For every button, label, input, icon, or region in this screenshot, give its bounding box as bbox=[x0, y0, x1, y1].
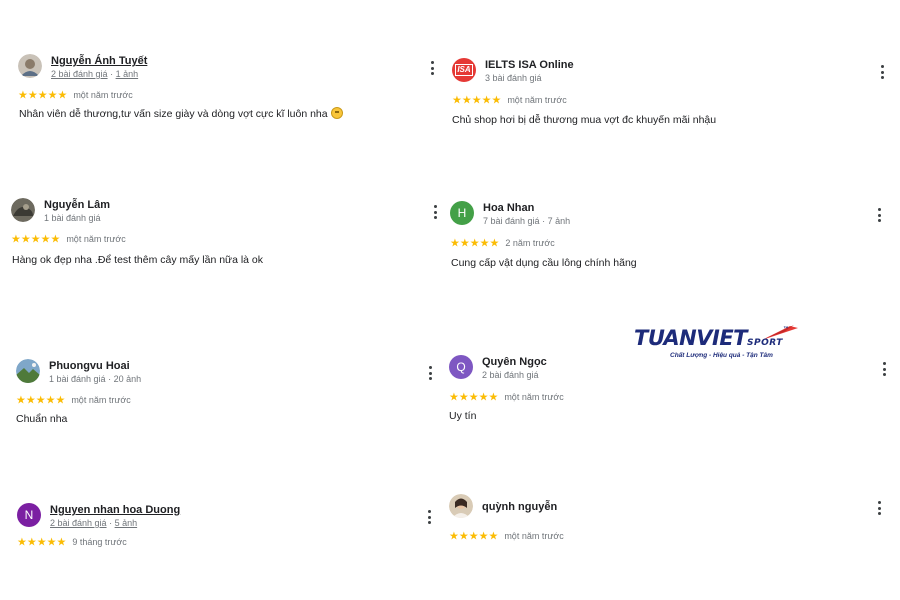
review-text: Chuẩn nha bbox=[16, 413, 68, 425]
reviewer-name[interactable]: Hoa Nhan bbox=[483, 202, 534, 214]
more-options-icon[interactable] bbox=[424, 363, 436, 383]
review-date: một năm trước bbox=[71, 394, 131, 405]
rating-row: ★★★★★ một năm trước bbox=[452, 91, 567, 109]
review-date: một năm trước bbox=[504, 391, 564, 402]
reviewer-name[interactable]: IELTS ISA Online bbox=[485, 59, 574, 71]
review-text: Cung cấp vật dụng cầu lông chính hãng bbox=[451, 257, 637, 269]
logo-tagline: Chất Lượng - Hiệu quả - Tận Tâm bbox=[670, 352, 773, 359]
user-avatar[interactable] bbox=[11, 198, 35, 222]
reviewer-name[interactable]: quỳnh nguyễn bbox=[482, 501, 557, 513]
reviewer-meta: 3 bài đánh giá bbox=[485, 73, 542, 83]
review-date: một năm trước bbox=[73, 89, 133, 100]
user-avatar[interactable] bbox=[449, 494, 473, 518]
rating-row: ★★★★★ 9 tháng trước bbox=[17, 533, 127, 551]
review-card: ISA IELTS ISA Online 3 bài đánh giá ★★★★… bbox=[452, 58, 884, 126]
reviewer-name[interactable]: Quyên Ngọc bbox=[482, 356, 547, 368]
star-rating: ★★★★★ bbox=[16, 394, 66, 407]
more-options-icon[interactable] bbox=[876, 62, 888, 82]
reviewer-name[interactable]: Nguyen nhan hoa Duong bbox=[50, 504, 180, 516]
review-card: Phuongvu Hoai 1 bài đánh giá · 20 ảnh ★★… bbox=[16, 359, 436, 425]
reviewer-name[interactable]: Nguyễn Lâm bbox=[44, 199, 110, 211]
reviewer-name[interactable]: Phuongvu Hoai bbox=[49, 360, 130, 372]
user-avatar[interactable] bbox=[16, 359, 40, 383]
more-options-icon[interactable] bbox=[873, 205, 885, 225]
rating-row: ★★★★★ một năm trước bbox=[18, 86, 133, 104]
more-options-icon[interactable] bbox=[873, 498, 885, 518]
review-card: Nguyễn Ánh Tuyết 2 bài đánh giá · 1 ảnh … bbox=[18, 54, 438, 120]
review-card: H Hoa Nhan 7 bài đánh giá · 7 ảnh ★★★★★ 2… bbox=[450, 201, 881, 269]
user-avatar[interactable]: ISA bbox=[452, 58, 476, 82]
review-text: Nhân viên dễ thương,tư vấn size giày và … bbox=[19, 108, 328, 120]
reviewer-meta: 2 bài đánh giá · 1 ảnh bbox=[51, 69, 139, 79]
star-rating: ★★★★★ bbox=[18, 89, 68, 102]
review-date: một năm trước bbox=[504, 530, 564, 541]
review-card: Nguyễn Lâm 1 bài đánh giá ★★★★★ một năm t… bbox=[11, 198, 437, 266]
rating-row: ★★★★★ một năm trước bbox=[16, 391, 131, 409]
reviewer-meta: 1 bài đánh giá bbox=[44, 213, 101, 223]
reviewer-meta: 1 bài đánh giá · 20 ảnh bbox=[49, 374, 142, 384]
more-options-icon[interactable] bbox=[878, 359, 890, 379]
star-rating: ★★★★★ bbox=[452, 94, 502, 107]
more-options-icon[interactable] bbox=[423, 507, 435, 527]
review-card: N Nguyen nhan hoa Duong 2 bài đánh giá ·… bbox=[17, 503, 437, 548]
reviewer-meta: 7 bài đánh giá · 7 ảnh bbox=[483, 216, 571, 226]
review-text-wrap: Nhân viên dễ thương,tư vấn size giày và … bbox=[19, 107, 343, 120]
review-date: một năm trước bbox=[507, 94, 567, 105]
reviews-page: Nguyễn Ánh Tuyết 2 bài đánh giá · 1 ảnh … bbox=[0, 0, 900, 600]
review-date: 2 năm trước bbox=[505, 237, 555, 248]
star-rating: ★★★★★ bbox=[449, 530, 499, 543]
review-text: Uy tín bbox=[449, 410, 477, 422]
reviewer-meta: 2 bài đánh giá · 5 ảnh bbox=[50, 518, 138, 528]
star-rating: ★★★★★ bbox=[17, 536, 67, 549]
rating-row: ★★★★★ một năm trước bbox=[11, 230, 126, 248]
user-avatar[interactable]: H bbox=[450, 201, 474, 225]
star-rating: ★★★★★ bbox=[450, 237, 500, 250]
review-text: Chủ shop hơi bị dễ thương mua vợt đc khu… bbox=[452, 114, 717, 126]
review-date: một năm trước bbox=[66, 233, 126, 244]
star-rating: ★★★★★ bbox=[11, 233, 61, 246]
star-rating: ★★★★★ bbox=[449, 391, 499, 404]
rating-row: ★★★★★ 2 năm trước bbox=[450, 234, 555, 252]
review-date: 9 tháng trước bbox=[72, 536, 127, 547]
tuanviet-sport-logo: TUANVIETSPORT™ Chất Lượng - Hiệu quả - T… bbox=[632, 316, 808, 364]
more-options-icon[interactable] bbox=[426, 58, 438, 78]
more-options-icon[interactable] bbox=[429, 202, 441, 222]
user-avatar[interactable] bbox=[18, 54, 42, 78]
user-avatar[interactable]: Q bbox=[449, 355, 473, 379]
reviewer-meta: 2 bài đánh giá bbox=[482, 370, 539, 380]
review-card: quỳnh nguyễn ★★★★★ một năm trước bbox=[449, 494, 881, 542]
smile-emoji-icon bbox=[330, 107, 343, 119]
rating-row: ★★★★★ một năm trước bbox=[449, 527, 564, 545]
logo-brand-text: TUANVIETSPORT™ bbox=[634, 326, 789, 350]
rating-row: ★★★★★ một năm trước bbox=[449, 388, 564, 406]
user-avatar[interactable]: N bbox=[17, 503, 41, 527]
review-text: Hàng ok đẹp nha .Để test thêm cây mấy lầ… bbox=[12, 254, 264, 266]
reviewer-name[interactable]: Nguyễn Ánh Tuyết bbox=[51, 55, 147, 67]
